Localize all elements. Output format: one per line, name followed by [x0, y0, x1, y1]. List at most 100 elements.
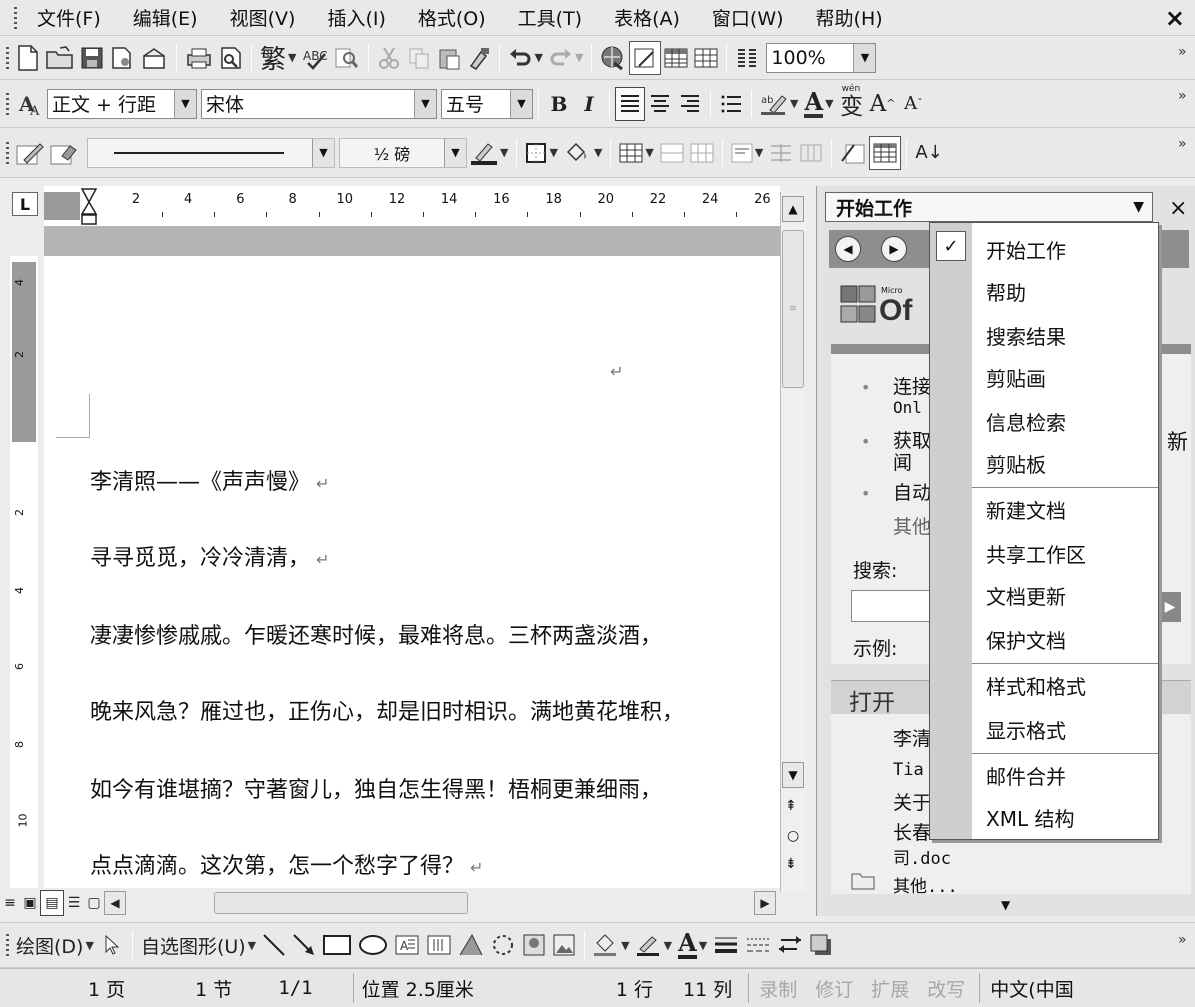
- shrink-font-button[interactable]: Aˇ: [898, 87, 928, 121]
- font-size-combo[interactable]: 五号 ▼: [441, 88, 533, 119]
- status-overtype[interactable]: 改写: [927, 975, 965, 1002]
- task-pane-link[interactable]: 连接: [893, 372, 931, 399]
- chevron-down-icon[interactable]: ▼: [174, 89, 196, 118]
- previous-page-icon[interactable]: ⇞: [785, 798, 797, 814]
- chevron-down-icon[interactable]: ▼: [85, 939, 93, 952]
- menu-item-protect-document[interactable]: 保护文档: [986, 625, 1066, 654]
- menu-bar-grip[interactable]: [14, 6, 17, 29]
- vertical-ruler[interactable]: 4 2 2 4 6 8 10: [10, 256, 38, 888]
- highlight-button[interactable]: ab ▼: [757, 87, 801, 121]
- menu-help[interactable]: 帮助(H): [800, 4, 899, 31]
- hyperlink-icon[interactable]: [597, 41, 629, 75]
- text-box-icon[interactable]: A: [391, 928, 423, 962]
- format-painter-icon[interactable]: [464, 41, 494, 75]
- spelling-icon[interactable]: ABC: [299, 41, 331, 75]
- menu-item-reveal-formatting[interactable]: 显示格式: [986, 715, 1066, 744]
- insert-table-grid-icon[interactable]: ▼: [616, 136, 656, 170]
- vertical-text-box-icon[interactable]: [423, 928, 455, 962]
- undo-button[interactable]: ▼: [505, 41, 545, 75]
- tables-borders-icon[interactable]: [629, 40, 662, 75]
- outside-border-button[interactable]: ▼: [522, 136, 560, 170]
- rectangle-icon[interactable]: [319, 928, 355, 962]
- menu-item-xml-structure[interactable]: XML 结构: [986, 803, 1074, 832]
- reading-layout-icon[interactable]: ▢: [84, 890, 104, 916]
- task-pane-link[interactable]: 自动: [893, 478, 931, 505]
- bullets-button[interactable]: [716, 87, 746, 121]
- research-icon[interactable]: [331, 41, 363, 75]
- arrow-icon[interactable]: [289, 928, 319, 962]
- chevron-down-icon[interactable]: ▼: [248, 939, 256, 952]
- recent-file-item[interactable]: 长春: [893, 818, 931, 845]
- draw-table-icon[interactable]: [13, 136, 47, 170]
- document-line-4[interactable]: 晚来风急？雁过也，正伤心，却是旧时相识。满地黄花堆积，: [90, 694, 684, 726]
- distribute-columns-icon[interactable]: [796, 136, 826, 170]
- clip-art-icon[interactable]: [519, 928, 549, 962]
- document-line-6[interactable]: 点点滴滴。这次第，怎一个愁字了得？ ↵: [90, 848, 483, 880]
- split-cells-icon[interactable]: [687, 136, 717, 170]
- toolbar-grip[interactable]: [6, 934, 9, 956]
- zoom-combo[interactable]: 100% ▼: [766, 42, 877, 73]
- menu-item-help[interactable]: 帮助: [986, 277, 1026, 306]
- menu-file[interactable]: 文件(F): [21, 4, 117, 31]
- chevron-down-icon[interactable]: ▼: [699, 939, 707, 952]
- chevron-down-icon[interactable]: ▼: [549, 146, 557, 159]
- chevron-down-icon[interactable]: ▼: [575, 51, 583, 64]
- save-icon[interactable]: [77, 41, 107, 75]
- menu-item-shared-workspace[interactable]: 共享工作区: [986, 539, 1086, 568]
- chevron-down-icon[interactable]: ▼: [790, 97, 798, 110]
- line-icon[interactable]: [259, 928, 289, 962]
- chevron-down-icon[interactable]: ▼: [288, 51, 296, 64]
- status-track-changes[interactable]: 修订: [815, 975, 853, 1002]
- phonetic-guide-button[interactable]: 变 wén: [837, 84, 867, 121]
- insert-table-icon[interactable]: [661, 41, 691, 75]
- menu-item-document-updates[interactable]: 文档更新: [986, 581, 1066, 610]
- italic-button[interactable]: I: [574, 87, 604, 121]
- fill-color-button[interactable]: ▼: [590, 928, 632, 962]
- next-page-icon[interactable]: ⇟: [785, 856, 797, 872]
- menu-tools[interactable]: 工具(T): [502, 4, 598, 31]
- menu-table[interactable]: 表格(A): [598, 4, 696, 31]
- chevron-down-icon[interactable]: ▼: [510, 89, 532, 118]
- menu-item-search-results[interactable]: 搜索结果: [986, 321, 1066, 350]
- select-objects-icon[interactable]: [97, 928, 127, 962]
- toolbar-grip[interactable]: [6, 46, 9, 69]
- chevron-down-icon[interactable]: ▼: [755, 146, 763, 159]
- toolbar-overflow-icon[interactable]: »: [1178, 932, 1187, 948]
- chevron-down-icon[interactable]: ▼: [621, 939, 629, 952]
- close-document-button[interactable]: ×: [1165, 4, 1185, 32]
- menu-item-getting-started[interactable]: 开始工作: [986, 235, 1066, 264]
- align-cell-button[interactable]: ▼: [728, 136, 766, 170]
- redo-button[interactable]: ▼: [546, 41, 586, 75]
- menu-edit[interactable]: 编辑(E): [117, 4, 214, 31]
- chevron-down-icon[interactable]: ▼: [1133, 199, 1144, 215]
- menu-format[interactable]: 格式(O): [402, 4, 502, 31]
- menu-item-new-document[interactable]: 新建文档: [986, 495, 1066, 524]
- bold-button[interactable]: B: [544, 87, 574, 121]
- insert-picture-icon[interactable]: [549, 928, 579, 962]
- other-files-link[interactable]: 其他...: [893, 872, 958, 897]
- task-pane-header[interactable]: 开始工作 ▼: [825, 192, 1153, 222]
- table-autoformat-icon[interactable]: [837, 136, 869, 170]
- scroll-thumb[interactable]: ≡: [782, 230, 804, 388]
- status-record-macro[interactable]: 录制: [759, 975, 797, 1002]
- align-center-button[interactable]: [645, 87, 675, 121]
- font-combo[interactable]: 宋体 ▼: [201, 88, 437, 119]
- recent-file-item[interactable]: 关于: [893, 788, 931, 815]
- menu-item-clip-art[interactable]: 剪贴画: [986, 363, 1046, 392]
- chevron-down-icon[interactable]: ▼: [414, 89, 436, 118]
- print-preview-icon[interactable]: [216, 41, 246, 75]
- back-arrow-icon[interactable]: ◀: [835, 236, 861, 262]
- dash-style-icon[interactable]: [742, 928, 774, 962]
- chevron-down-icon[interactable]: ▼: [594, 146, 602, 159]
- eraser-icon[interactable]: [47, 136, 81, 170]
- drawing-font-color-button[interactable]: A ▼: [675, 928, 710, 962]
- grow-font-button[interactable]: A ^: [867, 87, 899, 121]
- task-pane-close-button[interactable]: ×: [1169, 196, 1187, 221]
- line-weight-combo[interactable]: ½ 磅 ▼: [339, 137, 467, 168]
- horizontal-scroll-track[interactable]: [130, 891, 750, 915]
- show-gridlines-button[interactable]: [869, 135, 902, 170]
- scroll-right-button[interactable]: ▶: [754, 891, 776, 915]
- toolbar-overflow-icon[interactable]: »: [1178, 88, 1187, 104]
- toolbar-grip[interactable]: [6, 141, 9, 164]
- align-right-button[interactable]: [675, 87, 705, 121]
